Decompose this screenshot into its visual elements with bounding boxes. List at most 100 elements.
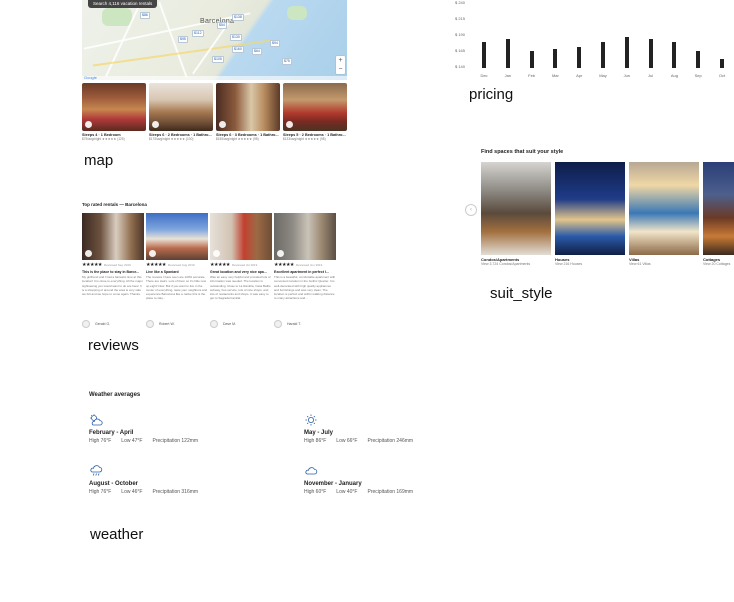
map-price-pin[interactable]: $95 xyxy=(178,36,188,43)
review-title: Excellent apartment in perfect l... xyxy=(274,270,329,274)
season-stats: High 76°F Low 46°F Precipitation 316mm xyxy=(89,489,199,495)
price-bar[interactable] xyxy=(624,37,629,68)
listing-photo xyxy=(149,83,213,131)
listing-card[interactable]: Sleeps 4 · 1 Bedroom $79/avg/night ★★★★★… xyxy=(82,83,146,141)
price-bar[interactable] xyxy=(529,50,534,68)
favorite-icon[interactable] xyxy=(85,121,92,128)
x-tick-label: Jun xyxy=(623,73,631,78)
listing-card[interactable]: Sleeps 5 · 2 Bedrooms · 1 Bathro... $133… xyxy=(283,83,347,141)
map-price-pin[interactable]: $112 xyxy=(192,30,204,37)
review-card[interactable]: ★★★★★ Reviewed Aug 2019 Live like a Spani… xyxy=(146,213,208,328)
weather-season: November - January High 60°F Low 40°F Prec… xyxy=(304,465,423,495)
zoom-in-button[interactable]: + xyxy=(336,56,345,65)
pricing-caption: pricing xyxy=(469,86,514,103)
price-bar[interactable] xyxy=(672,42,677,68)
review-body: My girlfriend and I had a fantastic time… xyxy=(82,275,143,297)
price-bar[interactable] xyxy=(601,42,605,68)
favorite-icon[interactable] xyxy=(85,250,92,257)
season-stats: High 76°F Low 47°F Precipitation 122mm xyxy=(89,438,199,444)
map-price-pin[interactable]: $138 xyxy=(232,14,244,21)
price-bar[interactable] xyxy=(720,59,724,68)
style-count[interactable]: View 3,724 Condos/Apartments xyxy=(481,262,551,266)
review-author: Gerald G. xyxy=(82,320,110,328)
map-search-chip[interactable]: Search 4,116 vacation rentals xyxy=(88,0,158,8)
weather-section: Weather averages February - April High 7… xyxy=(89,388,429,495)
review-body: Was an easy very helpful and provided lo… xyxy=(210,275,271,301)
price-bar[interactable] xyxy=(553,48,558,68)
listing-photo xyxy=(216,83,280,131)
style-count[interactable]: View 20 Cottages xyxy=(703,262,734,266)
favorite-icon[interactable] xyxy=(213,250,220,257)
price-bar[interactable] xyxy=(505,39,510,68)
map-price-pin[interactable]: $86 xyxy=(140,12,150,19)
map-view[interactable]: Search 4,116 vacation rentals Barcelona … xyxy=(82,0,347,80)
favorite-icon[interactable] xyxy=(286,121,293,128)
rain-cloud-icon xyxy=(89,465,208,477)
partly-cloudy-icon xyxy=(89,414,208,426)
map-panel: Search 4,116 vacation rentals Barcelona … xyxy=(82,0,348,150)
reviews-section: Top rated rentals — Barcelona ★★★★★ Revie… xyxy=(82,200,340,332)
y-tick-label: $ 190 xyxy=(455,32,466,37)
rating-stars: ★★★★★ Reviewed Jun 2019 xyxy=(274,262,323,268)
x-tick-label: Sep xyxy=(694,73,702,78)
pricing-chart: $ 240 $ 215 $ 190 $ 165 $ 140 Dec Jan Feb Mar Apr… xyxy=(455,0,734,82)
avatar xyxy=(146,320,154,328)
map-price-pin[interactable]: $160 xyxy=(232,46,244,53)
review-body: The reviews I have seen are 100% accurat… xyxy=(146,275,208,301)
avatar xyxy=(274,320,282,328)
sun-icon xyxy=(304,414,423,426)
review-author: Robert W. xyxy=(146,320,175,328)
season-stats: High 60°F Low 40°F Precipitation 169mm xyxy=(304,489,414,495)
cloud-icon xyxy=(304,465,423,477)
review-card[interactable]: ★★★★★ Reviewed Sep 2019 This is the place… xyxy=(82,213,144,328)
x-tick-label: Oct xyxy=(718,73,726,78)
rating-stars: ★★★★★ Reviewed Jul 2019 xyxy=(210,262,258,268)
map-price-pin[interactable]: $130 xyxy=(230,34,242,41)
price-bar[interactable] xyxy=(648,39,653,68)
x-tick-label: Jan xyxy=(504,73,512,78)
listing-subtitle: $133/avg/night ★★★★★ (98) xyxy=(283,137,326,141)
favorite-icon[interactable] xyxy=(149,250,156,257)
map-price-pin[interactable]: $94 xyxy=(270,40,280,47)
review-date: Reviewed Sep 2019 xyxy=(103,263,131,267)
y-tick-label: $ 215 xyxy=(455,16,466,21)
review-photo xyxy=(146,213,208,260)
style-card[interactable]: Villas View 61 Villas xyxy=(629,162,699,266)
price-bar[interactable] xyxy=(482,42,486,68)
review-card[interactable]: ★★★★★ Reviewed Jun 2019 Excellent apartme… xyxy=(274,213,336,328)
favorite-icon[interactable] xyxy=(219,121,226,128)
price-bar[interactable] xyxy=(696,50,701,68)
reviews-caption: reviews xyxy=(88,337,139,354)
review-date: Reviewed Jul 2019 xyxy=(231,263,258,267)
map-price-pin[interactable]: $54 xyxy=(217,22,227,29)
x-tick-label: May xyxy=(599,73,607,78)
listing-subtitle: $79/avg/night ★★★★★ (125) xyxy=(82,137,125,141)
map-price-pin[interactable]: $64 xyxy=(252,48,262,55)
listing-card[interactable]: Sleeps 6 · 3 Bedrooms · 1 Bathro... $155… xyxy=(216,83,280,141)
carousel-prev-button[interactable]: ‹ xyxy=(465,204,477,216)
style-card[interactable]: Condos/Apartments View 3,724 Condos/Apar… xyxy=(481,162,551,266)
map-price-pin[interactable]: $75 xyxy=(282,58,292,65)
style-count[interactable]: View 61 Villas xyxy=(629,262,699,266)
favorite-icon[interactable] xyxy=(152,121,159,128)
review-date: Reviewed Jun 2019 xyxy=(295,263,323,267)
review-date: Reviewed Aug 2019 xyxy=(167,263,195,267)
suit-style-section: Find spaces that suit your style ‹ Condo… xyxy=(465,148,734,272)
price-bar[interactable] xyxy=(577,46,582,68)
review-card[interactable]: ★★★★★ Reviewed Jul 2019 Great location an… xyxy=(210,213,272,328)
y-tick-label: $ 140 xyxy=(455,64,466,69)
reviews-title: Top rated rentals — Barcelona xyxy=(82,202,147,207)
favorite-icon[interactable] xyxy=(277,250,284,257)
review-photo xyxy=(82,213,144,260)
suit-style-title: Find spaces that suit your style xyxy=(481,149,564,155)
map-footer: Google xyxy=(82,75,347,80)
x-tick-label: Jul xyxy=(648,73,654,78)
x-tick-label: Apr xyxy=(576,73,583,78)
zoom-out-button[interactable]: − xyxy=(336,65,345,74)
listing-card[interactable]: Sleeps 6 · 2 Bedrooms · 1 Bathro... $175… xyxy=(149,83,213,141)
style-card[interactable]: Cottages View 20 Cottages xyxy=(703,162,734,266)
style-card[interactable]: Houses View 216 Houses xyxy=(555,162,625,266)
style-count[interactable]: View 216 Houses xyxy=(555,262,625,266)
style-photo xyxy=(555,162,625,255)
map-price-pin[interactable]: $105 xyxy=(212,56,224,63)
